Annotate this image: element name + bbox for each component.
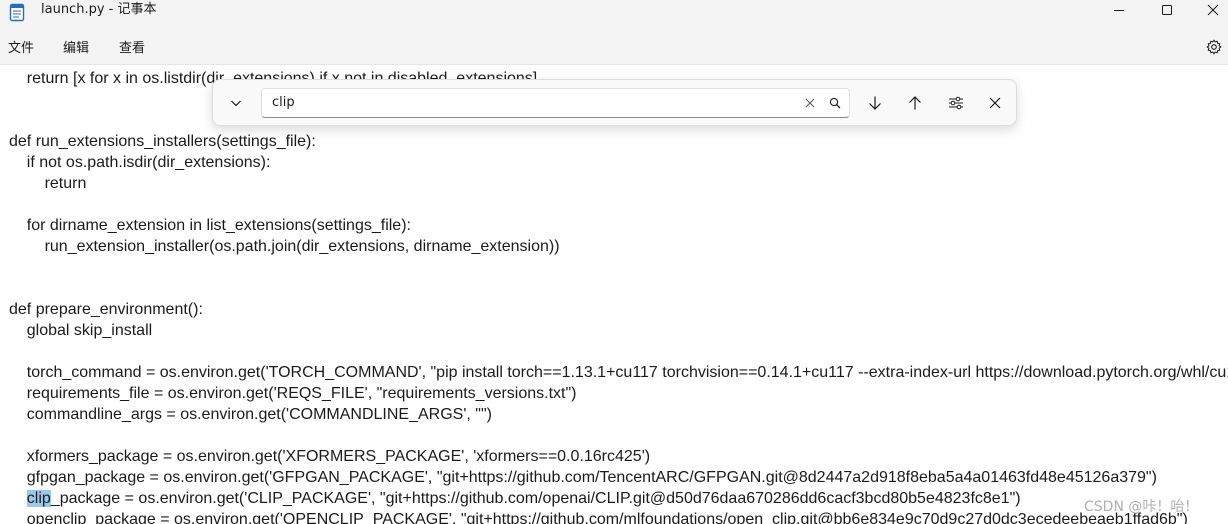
code-line: run_extension_installer(os.path.join(dir… [9,238,560,255]
editor-area[interactable]: return [x for x in os.listdir(dir_extens… [0,65,1228,524]
collapse-find-button[interactable] [222,89,250,117]
maximize-icon [1162,5,1172,15]
menu-view[interactable]: 查看 [119,38,145,60]
close-find-button[interactable] [981,89,1009,117]
code-line: for dirname_extension in list_extensions… [9,217,411,234]
clear-icon [805,98,815,108]
code-line: if not os.path.isdir(dir_extensions): [9,154,271,171]
match-indent [9,490,27,507]
window-title: launch.py - 记事本 [41,2,157,17]
sliders-icon [949,96,963,110]
find-input[interactable]: clip [261,88,850,118]
code-line: openclip_package = os.environ.get('OPENC… [9,511,1188,524]
find-query: clip [272,95,295,110]
close-icon [1207,4,1219,16]
notepad-icon [9,3,25,22]
code-line: gfpgan_package = os.environ.get('GFPGAN_… [9,469,1157,486]
title-bar: launch.py - 记事本 [0,0,1228,34]
code-line: return [9,175,87,192]
search-match-highlight: clip [26,490,51,507]
clear-search-button[interactable] [798,89,822,117]
menu-file[interactable]: 文件 [8,38,34,60]
watermark: CSDN @咔！咍！ [1084,499,1199,515]
code-line: commandline_args = os.environ.get('COMMA… [9,406,492,423]
code-line: torch_command = os.environ.get('TORCH_CO… [9,364,1228,381]
code-line: xformers_package = os.environ.get('XFORM… [9,448,651,465]
code-line-match: clip_package = os.environ.get('CLIP_PACK… [9,488,1021,509]
menu-edit[interactable]: 编辑 [63,38,89,60]
minimize-icon [1114,10,1124,11]
arrow-up-icon [909,96,921,110]
find-previous-button[interactable] [901,89,929,117]
close-icon [989,97,1001,109]
gear-icon[interactable] [1206,39,1222,55]
minimize-button[interactable] [1096,0,1142,20]
find-panel: clip [212,79,1017,126]
code-line: def run_extensions_installers(settings_f… [9,133,316,150]
menu-bar: 文件 编辑 查看 [0,34,1228,65]
arrow-down-icon [869,96,881,110]
code-line: def prepare_environment(): [9,301,203,318]
find-next-button[interactable] [861,89,889,117]
search-button[interactable] [823,89,847,117]
match-line-rest: _package = os.environ.get('CLIP_PACKAGE'… [50,490,1021,507]
code-line: global skip_install [9,322,153,339]
chevron-down-icon [231,100,241,107]
find-options-button[interactable] [942,89,970,117]
search-icon [829,97,841,109]
maximize-button[interactable] [1144,0,1190,20]
close-window-button[interactable] [1190,0,1228,20]
code-line: requirements_file = os.environ.get('REQS… [9,385,577,402]
